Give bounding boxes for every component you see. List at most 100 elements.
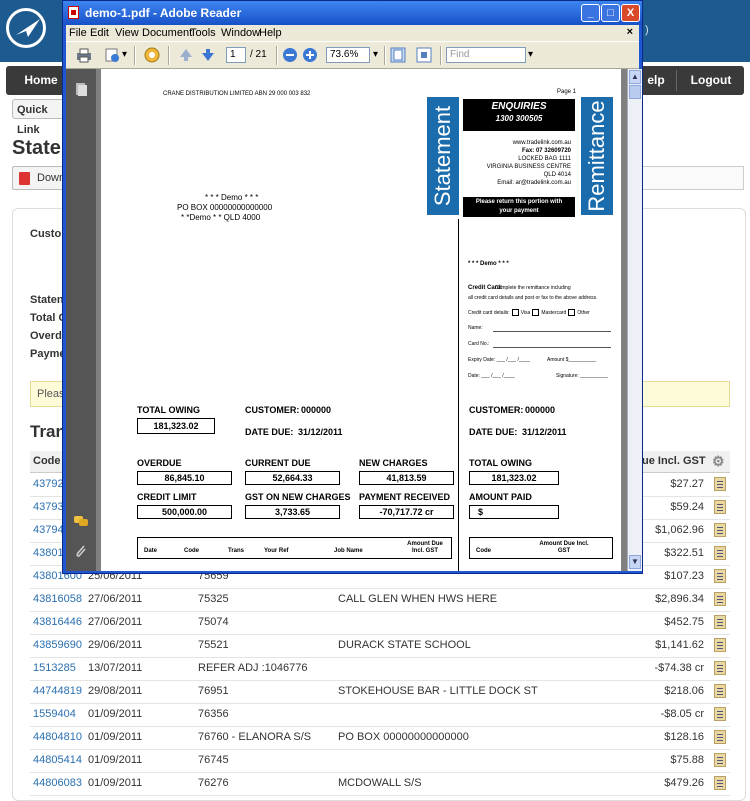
print-icon[interactable] [76, 47, 92, 63]
vertical-scrollbar[interactable]: ▲ ▼ [627, 69, 642, 571]
collaborate-icon[interactable] [144, 47, 160, 63]
view-document-icon[interactable] [714, 546, 726, 560]
transaction-code-link[interactable]: 1513285 [33, 662, 76, 674]
find-dropdown-icon[interactable]: ▾ [528, 49, 533, 60]
download-pdf-button[interactable]: Down [12, 166, 68, 190]
email-share-icon[interactable] [104, 47, 120, 63]
address-line: * * * Demo * * * [205, 193, 259, 202]
transaction-ref: 75074 [198, 616, 229, 628]
scroll-up-icon[interactable]: ▲ [629, 70, 641, 84]
transaction-amount: -$74.38 cr [654, 662, 704, 674]
view-document-icon[interactable] [714, 638, 726, 652]
scroll-thumb[interactable] [629, 85, 641, 99]
form-expiry: Expiry Date: ___ /___ /____ [468, 357, 530, 363]
transaction-job-name: PO BOX 00000000000000 [338, 731, 469, 743]
zoom-in-icon[interactable] [302, 47, 318, 63]
comments-icon[interactable] [73, 513, 89, 529]
nav-logout[interactable]: Logout [678, 66, 744, 95]
menu-window[interactable]: Window [221, 27, 260, 39]
share-dropdown-icon[interactable]: ▾ [122, 49, 127, 60]
transaction-job-name: MCDOWALL S/S [338, 777, 422, 789]
transaction-code-link[interactable]: 43816446 [33, 616, 82, 628]
total-owing-value: 181,323.02 [137, 418, 215, 434]
transaction-code-link[interactable]: 43794 [33, 524, 64, 536]
menu-tools[interactable]: Tools [190, 27, 216, 39]
quick-links-dropdown[interactable]: Quick Link [12, 99, 68, 136]
minimize-button[interactable]: _ [581, 4, 600, 22]
document-close-icon[interactable]: × [627, 26, 633, 38]
zoom-out-icon[interactable] [282, 47, 298, 63]
gst-value: 3,733.65 [245, 505, 340, 519]
pages-icon[interactable] [73, 81, 89, 97]
form-card-no: Card No.: [468, 341, 490, 347]
menu-document[interactable]: Document [142, 27, 192, 39]
transaction-code-link[interactable]: 43859690 [33, 639, 82, 651]
current-due-label: CURRENT DUE [245, 458, 311, 468]
menu-view[interactable]: View [115, 27, 139, 39]
transaction-date: 01/09/2011 [88, 708, 143, 720]
transaction-code-link[interactable]: 1559404 [33, 708, 76, 720]
reader-titlebar[interactable]: demo-1.pdf - Adobe Reader _ □ X [63, 1, 642, 25]
date-due-label: DATE DUE: [245, 427, 294, 437]
company-logo[interactable] [6, 8, 46, 48]
col-amount[interactable]: ue Incl. GST [642, 455, 706, 467]
nav-help[interactable]: elp [638, 66, 674, 95]
view-document-icon[interactable] [714, 592, 726, 606]
view-document-icon[interactable] [714, 661, 726, 675]
transaction-amount: $107.23 [664, 570, 704, 582]
transaction-code-link[interactable]: 44805414 [33, 754, 82, 766]
view-document-icon[interactable] [714, 684, 726, 698]
view-document-icon[interactable] [714, 753, 726, 767]
fit-page-icon[interactable] [416, 47, 432, 63]
menu-edit[interactable]: Edit [90, 27, 109, 39]
window-title: demo-1.pdf - Adobe Reader [85, 6, 242, 20]
view-document-icon[interactable] [714, 477, 726, 491]
fit-width-icon[interactable] [390, 47, 406, 63]
col-code[interactable]: Code [33, 455, 61, 467]
gear-icon[interactable]: ⚙ [712, 454, 726, 468]
transaction-code-link[interactable]: 44804810 [33, 731, 82, 743]
credit-limit-label: CREDIT LIMIT [137, 492, 197, 502]
transaction-code-link[interactable]: 44806083 [33, 777, 82, 789]
previous-page-icon[interactable] [178, 47, 194, 63]
transaction-code-link[interactable]: 43792 [33, 478, 64, 490]
transaction-code-link[interactable]: 43793 [33, 501, 64, 513]
transaction-code-link[interactable]: 44744819 [33, 685, 82, 697]
contact-line: VIRGINIA BUSINESS CENTRE [486, 164, 571, 170]
statement-band: Statement [427, 97, 459, 215]
close-button[interactable]: X [621, 4, 640, 22]
contact-line: LOCKED BAG 1111 [518, 156, 571, 162]
amount-paid-label: AMOUNT PAID [469, 492, 532, 502]
view-document-icon[interactable] [714, 523, 726, 537]
zoom-level-select[interactable]: 73.6% [326, 47, 370, 63]
next-page-icon[interactable] [200, 47, 216, 63]
table-row: 43859690 29/06/2011 75521 DURACK STATE SCHO… [30, 634, 730, 658]
contact-line: Fax: 07 32609720 [521, 148, 571, 154]
pdf-page-label: Page 1 [557, 89, 577, 95]
maximize-button[interactable]: □ [601, 4, 620, 22]
enquiries-title: ENQUIRIES [491, 101, 547, 112]
address-line: * *Demo * * QLD 4000 [181, 213, 261, 222]
contact-details: www.tradelink.com.au Fax: 07 32609720 LOCK… [463, 139, 571, 187]
remittance-table-header: Code Amount Due Incl. GST [469, 537, 613, 559]
transaction-code-link[interactable]: 43801 [33, 547, 64, 559]
view-document-icon[interactable] [714, 615, 726, 629]
document-viewport[interactable]: CRANE DISTRIBUTION LIMITED ABN 29 000 00… [96, 69, 627, 571]
menu-help[interactable]: Help [259, 27, 282, 39]
transaction-amount: $479.26 [664, 777, 704, 789]
view-document-icon[interactable] [714, 707, 726, 721]
transaction-code-link[interactable]: 43816058 [33, 593, 82, 605]
customer-label: CUSTOMER: [245, 405, 300, 415]
remit-date-due-value: 31/12/2011 [522, 427, 567, 437]
menu-file[interactable]: File [69, 27, 87, 39]
view-document-icon[interactable] [714, 730, 726, 744]
credit-limit-value: 500,000.00 [137, 505, 232, 519]
zoom-dropdown-icon[interactable]: ▾ [373, 49, 378, 60]
attachments-icon[interactable] [73, 543, 89, 559]
view-document-icon[interactable] [714, 776, 726, 790]
scroll-down-icon[interactable]: ▼ [629, 555, 641, 569]
find-input[interactable]: Find [446, 47, 526, 63]
view-document-icon[interactable] [714, 569, 726, 583]
page-number-input[interactable]: 1 [226, 47, 246, 63]
view-document-icon[interactable] [714, 500, 726, 514]
